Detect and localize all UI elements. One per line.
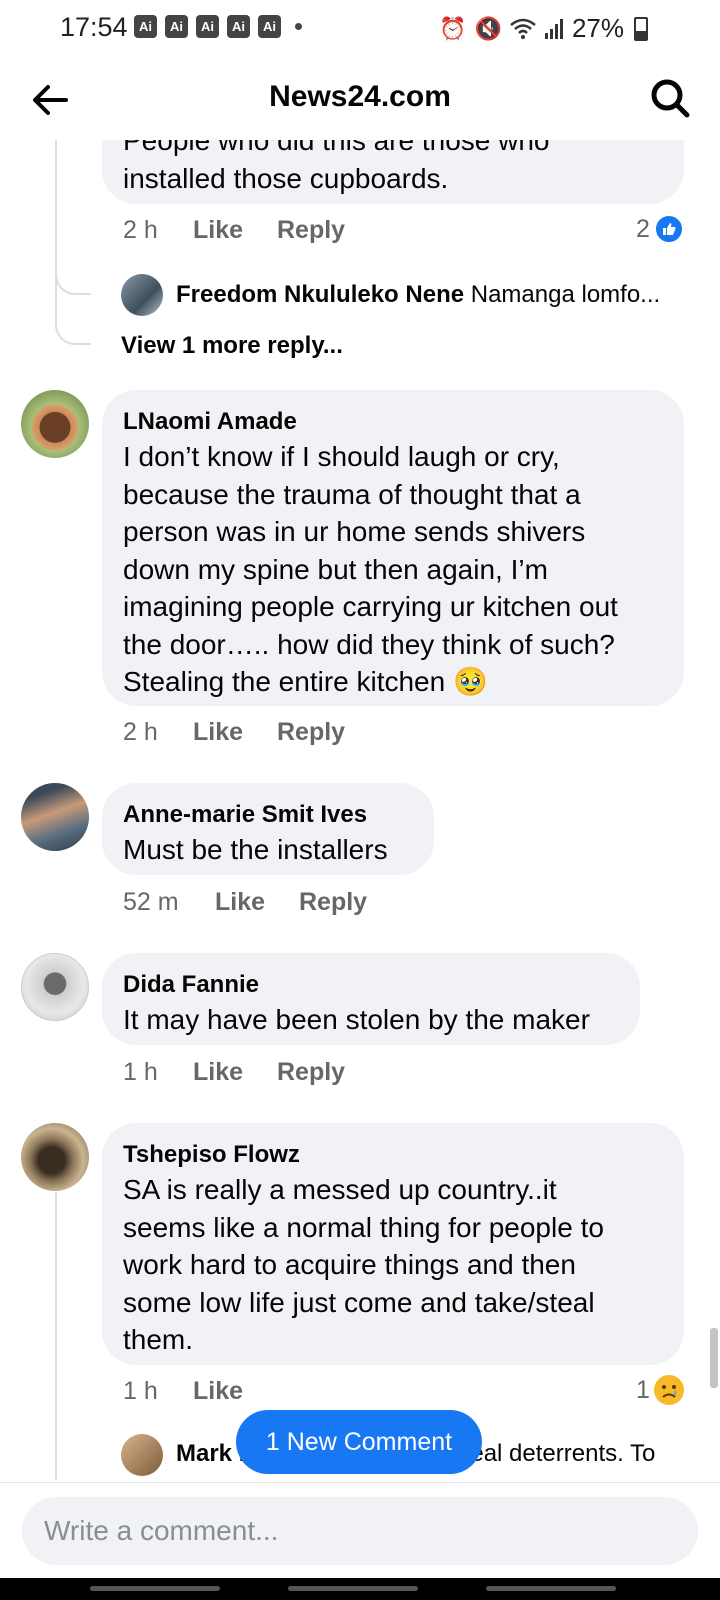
scrollbar[interactable] bbox=[710, 1328, 718, 1388]
comment-text-line: SA is really a messed up country..it bbox=[123, 1174, 557, 1205]
comment-composer-bar bbox=[0, 1482, 720, 1578]
status-time: 17:54 bbox=[60, 12, 128, 42]
avatar[interactable] bbox=[21, 783, 89, 851]
comment-composer[interactable] bbox=[22, 1497, 698, 1565]
comment-actions: 1 h Like bbox=[123, 1377, 277, 1406]
comment-time: 1 h bbox=[123, 1377, 158, 1405]
alarm-icon: ⏰ bbox=[439, 15, 467, 41]
comment-text-line: person was in ur home sends shivers bbox=[123, 516, 586, 547]
battery-percent: 27% bbox=[571, 13, 624, 43]
thread-line bbox=[55, 140, 91, 295]
reaction-summary[interactable]: 1 bbox=[636, 1375, 684, 1405]
reply-snippet: Namanga lomfo... bbox=[470, 281, 661, 308]
comment-text-line: because the trauma of thought that a bbox=[123, 478, 581, 510]
reply-preview[interactable]: Freedom Nkululeko Nene Namanga lomfo... bbox=[176, 281, 660, 309]
mute-icon: 🔇 bbox=[474, 15, 502, 41]
page-title: News24.com bbox=[269, 80, 451, 113]
comment-actions: 2 h Like Reply bbox=[123, 718, 345, 747]
comment-author[interactable]: Anne-marie Smit Ives bbox=[123, 799, 414, 831]
comment-author[interactable]: LNaomi Amade bbox=[123, 406, 664, 438]
comment-text-line: Stealing the entire kitchen 🥹 bbox=[123, 666, 488, 697]
comment-bubble[interactable]: Dida Fannie It may have been stolen by t… bbox=[102, 953, 640, 1045]
comment-actions: 52 m Like Reply bbox=[123, 888, 367, 917]
comment-bubble[interactable]: People who did this are those who instal… bbox=[102, 140, 684, 204]
reaction-summary[interactable]: 2 bbox=[636, 214, 684, 244]
view-more-replies[interactable]: View 1 more reply... bbox=[121, 332, 343, 360]
new-comment-button[interactable]: 1 New Comment bbox=[236, 1410, 482, 1474]
search-icon[interactable] bbox=[648, 76, 692, 120]
ai-notification-icon: Ai bbox=[258, 15, 281, 38]
reply-button[interactable]: Reply bbox=[277, 1058, 345, 1087]
status-bar: 17:54 Ai Ai Ai Ai Ai ⏰ 🔇 27% bbox=[0, 0, 720, 54]
avatar[interactable] bbox=[121, 1434, 163, 1476]
thumbs-up-icon bbox=[653, 214, 684, 244]
comment-text-line: seems like a normal thing for people to bbox=[123, 1211, 604, 1243]
comment-text-line: down my spine but then again, I’m bbox=[123, 553, 548, 585]
back-button[interactable] bbox=[486, 1586, 616, 1591]
reply-button[interactable]: Reply bbox=[277, 718, 345, 747]
home-button[interactable] bbox=[288, 1586, 418, 1591]
ai-notification-icon: Ai bbox=[196, 15, 219, 38]
comment-time: 2 h bbox=[123, 216, 158, 244]
comment-text-partial: People who did this are those who bbox=[123, 140, 550, 156]
like-button[interactable]: Like bbox=[193, 718, 277, 747]
avatar[interactable] bbox=[21, 390, 89, 458]
comment-author[interactable]: Dida Fannie bbox=[123, 969, 620, 1001]
comment-bubble[interactable]: Tshepiso Flowz SA is really a messed up … bbox=[102, 1123, 684, 1365]
avatar[interactable] bbox=[21, 1123, 89, 1191]
reaction-count: 1 bbox=[636, 1375, 650, 1404]
sad-reaction-icon bbox=[653, 1375, 684, 1405]
comment-text-line: them. bbox=[123, 1324, 194, 1355]
comment-actions: 1 h Like Reply bbox=[123, 1058, 345, 1087]
app-bar: News24.com bbox=[0, 60, 720, 140]
reply-button[interactable]: Reply bbox=[277, 216, 345, 245]
comment-text-line: imagining people carrying ur kitchen out bbox=[123, 591, 618, 622]
reaction-count: 2 bbox=[636, 214, 650, 243]
wifi-icon bbox=[510, 18, 536, 39]
comment-time: 2 h bbox=[123, 718, 158, 746]
comment-text: Must be the installers bbox=[123, 834, 388, 865]
system-navigation-bar bbox=[0, 1578, 720, 1600]
comments-feed[interactable]: People who did this are those who instal… bbox=[0, 140, 720, 1480]
ai-notification-icon: Ai bbox=[227, 15, 250, 38]
reply-button[interactable]: Reply bbox=[299, 888, 367, 917]
comment-time: 52 m bbox=[123, 888, 179, 916]
comment-text-line: the door….. how did they think of such? bbox=[123, 628, 615, 660]
ai-notification-icon: Ai bbox=[165, 15, 188, 38]
comment-author[interactable]: Tshepiso Flowz bbox=[123, 1139, 664, 1171]
thread-line bbox=[55, 1192, 57, 1480]
comment-text: It may have been stolen by the maker bbox=[123, 1004, 590, 1035]
comment-actions: 2 h Like Reply bbox=[123, 216, 345, 245]
like-button[interactable]: Like bbox=[193, 1058, 277, 1087]
comment-text: installed those cupboards. bbox=[123, 162, 449, 194]
more-notifications-dot-icon bbox=[295, 23, 302, 30]
reply-author: Freedom Nkululeko Nene bbox=[176, 281, 465, 308]
comment-text-line: work hard to acquire things and then bbox=[123, 1249, 576, 1280]
comment-time: 1 h bbox=[123, 1058, 158, 1086]
like-button[interactable]: Like bbox=[193, 216, 277, 245]
system-status: ⏰ 🔇 27% bbox=[439, 13, 648, 44]
ai-notification-icon: Ai bbox=[134, 15, 157, 38]
comment-bubble[interactable]: Anne-marie Smit Ives Must be the install… bbox=[102, 783, 434, 875]
battery-icon bbox=[634, 16, 648, 41]
avatar[interactable] bbox=[21, 953, 89, 1021]
comment-bubble[interactable]: LNaomi Amade I don’t know if I should la… bbox=[102, 390, 684, 706]
comment-text-line: some low life just come and take/steal bbox=[123, 1286, 595, 1318]
comment-text-line: I don’t know if I should laugh or cry, bbox=[123, 441, 560, 472]
avatar[interactable] bbox=[121, 274, 163, 316]
like-button[interactable]: Like bbox=[193, 1377, 277, 1406]
comment-input[interactable] bbox=[22, 1497, 698, 1565]
like-button[interactable]: Like bbox=[215, 888, 299, 917]
signal-icon bbox=[544, 18, 563, 39]
notification-icons: Ai Ai Ai Ai Ai bbox=[134, 15, 302, 38]
recents-button[interactable] bbox=[90, 1586, 220, 1591]
